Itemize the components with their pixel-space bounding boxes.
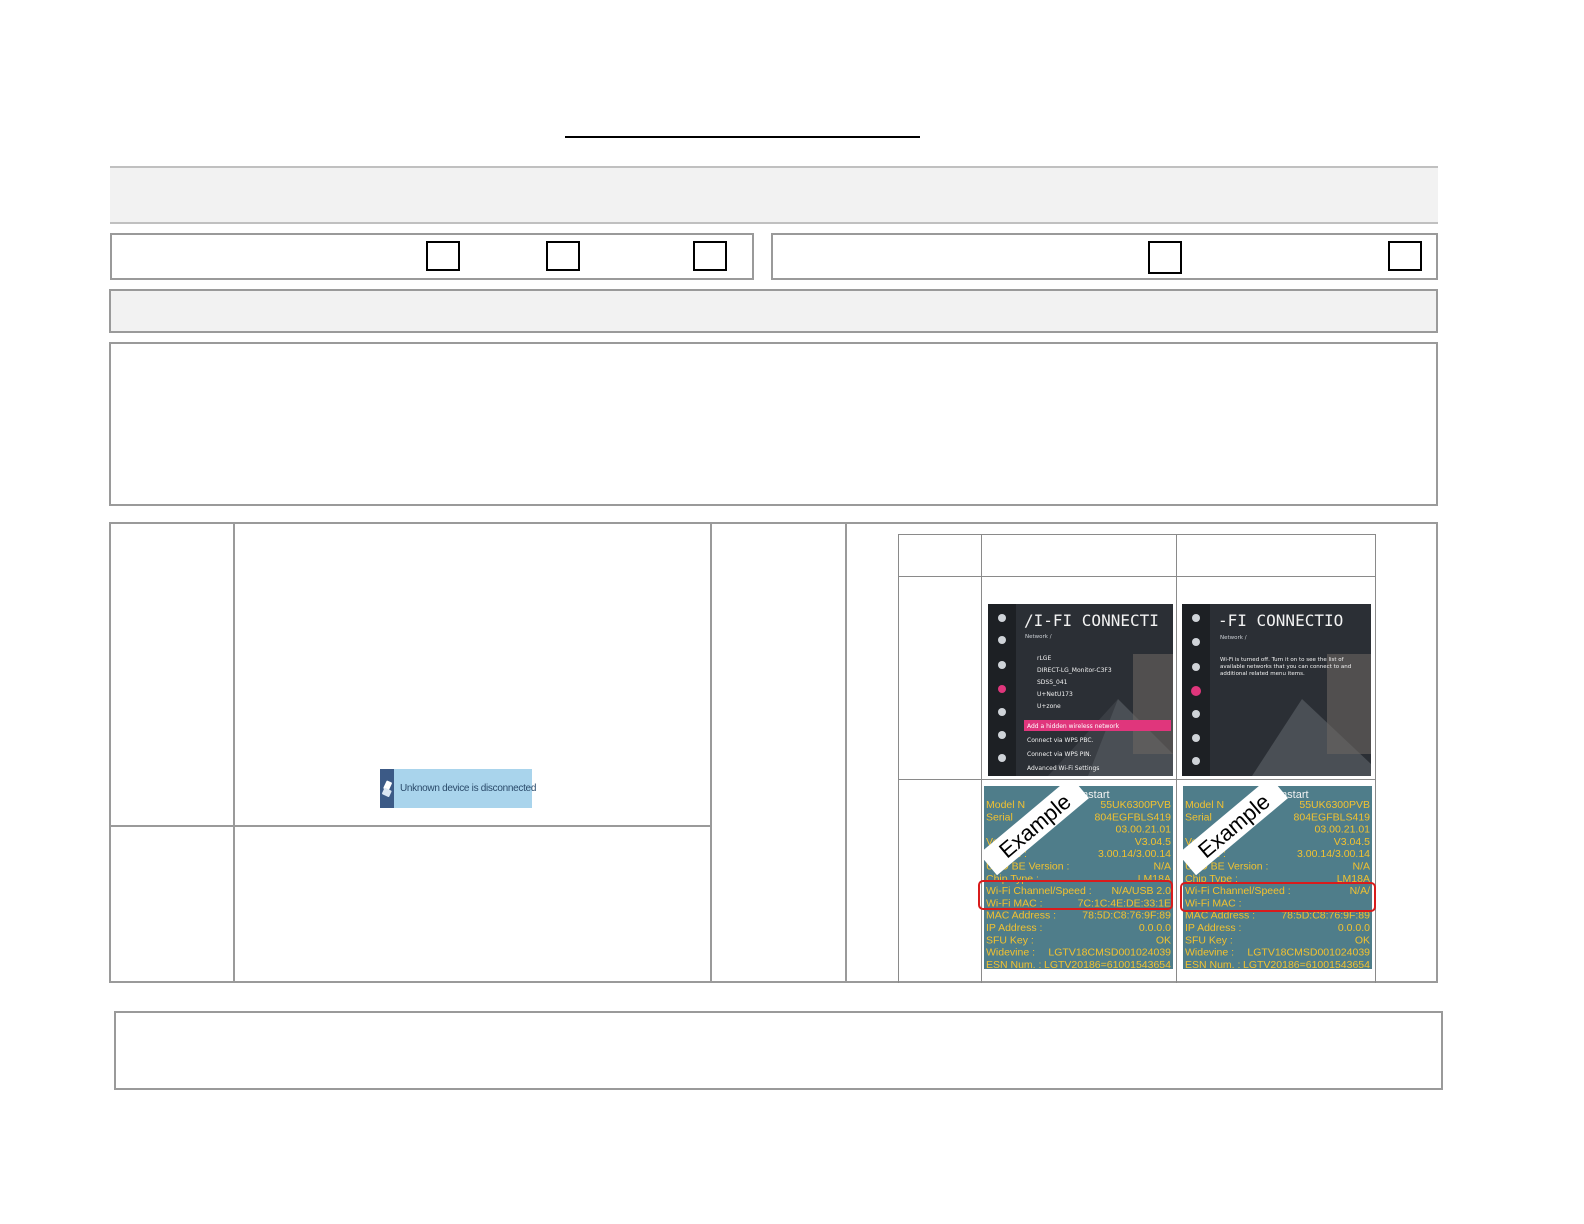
- instart-row-value: LGTV18CMSD001024039: [1247, 947, 1370, 959]
- svg-text:Network /: Network /: [1220, 635, 1247, 641]
- toast-text: Unknown device is disconnected: [400, 783, 537, 794]
- highlight-box-left: [978, 880, 1173, 910]
- instart-info-screenshot-right: Instart Model N 55UK6300PVB Serial 804EGFBLS…: [1183, 786, 1372, 969]
- instart-row-value: 03.00.21.01: [1315, 824, 1371, 836]
- header-band: [110, 166, 1438, 224]
- instart-row-value: LGTV20186=61001543654: [1044, 959, 1171, 969]
- instart-row-value: 3.00.14/3.00.14: [1098, 848, 1171, 860]
- svg-text:Connect via WPS PBC.: Connect via WPS PBC.: [1027, 737, 1094, 744]
- checkbox-5[interactable]: [1388, 241, 1422, 271]
- table-col-divider-1: [233, 522, 235, 983]
- instart-row-value: 804EGFBLS419: [1095, 811, 1172, 823]
- instart-row-value: 78:5D:C8:76:9F:89: [1082, 910, 1171, 922]
- instart-row-label: Widevine :: [1185, 947, 1234, 959]
- instart-row-label: Serial: [986, 811, 1013, 823]
- svg-text:available networks that you ca: available networks that you can connect …: [1220, 664, 1351, 670]
- instart-row-value: V3.04.5: [1135, 836, 1171, 848]
- instart-row-value: N/A: [1153, 861, 1171, 873]
- table-row-divider: [109, 825, 712, 827]
- instart-row-value: 3.00.14/3.00.14: [1297, 848, 1370, 860]
- svg-text:U+NetU173: U+NetU173: [1037, 691, 1073, 698]
- checkbox-3[interactable]: [693, 241, 727, 271]
- instart-row-value: 55UK6300PVB: [1100, 799, 1171, 811]
- instart-row-value: 0.0.0.0: [1139, 922, 1171, 934]
- instart-row-value: OK: [1156, 934, 1171, 946]
- usb-device-icon: [380, 769, 394, 808]
- highlight-box-right: [1180, 882, 1376, 912]
- svg-text:U+zone: U+zone: [1037, 703, 1061, 710]
- instart-row-value: 0.0.0.0: [1338, 922, 1370, 934]
- instart-info-screenshot-left: Instart Model N 55UK6300PVB Serial 804EGFBLS…: [984, 786, 1173, 969]
- svg-text:Wi-Fi is turned off. Turn it o: Wi-Fi is turned off. Turn it on to see t…: [1220, 657, 1345, 663]
- example-row-1: [898, 576, 1376, 577]
- section-bar: [109, 289, 1438, 333]
- table-col-divider-3: [845, 522, 847, 983]
- svg-text:/I-FI CONNECTI: /I-FI CONNECTI: [1024, 611, 1159, 630]
- instart-row-label: IP Address :: [1185, 922, 1241, 934]
- checkbox-4[interactable]: [1148, 241, 1182, 274]
- tv-wifi-list-screenshot: /I-FI CONNECTI Network / rLGE DIRECT-LG_…: [988, 604, 1173, 776]
- description-box: [109, 342, 1438, 506]
- instart-row-label: IP Address :: [986, 922, 1042, 934]
- svg-text:rLGE: rLGE: [1037, 655, 1051, 662]
- svg-text:Add a hidden wireless network: Add a hidden wireless network: [1027, 723, 1120, 730]
- example-row-2: [898, 779, 1376, 780]
- note-box: [114, 1011, 1443, 1090]
- tv-wifi-off-screenshot: -FI CONNECTIO Network / Wi-Fi is turned …: [1182, 604, 1371, 776]
- checkbox-1[interactable]: [426, 241, 460, 271]
- svg-text:SDSS_041: SDSS_041: [1037, 679, 1068, 686]
- example-col-2: [1176, 534, 1177, 983]
- title-underline: [565, 136, 920, 138]
- toast-notification: Unknown device is disconnected: [380, 769, 536, 808]
- instart-row-label: Model N: [986, 799, 1025, 811]
- instart-row-label: ESN Num. :: [986, 959, 1041, 969]
- svg-text:additional related menu items.: additional related menu items.: [1220, 671, 1305, 677]
- instart-row-label: Model N: [1185, 799, 1224, 811]
- svg-text:DIRECT-LG_Monitor-C3F3: DIRECT-LG_Monitor-C3F3: [1037, 667, 1112, 674]
- instart-row-value: V3.04.5: [1334, 836, 1370, 848]
- instart-row-value: N/A: [1352, 861, 1370, 873]
- instart-row-value: LGTV18CMSD001024039: [1048, 947, 1171, 959]
- instart-row-label: MAC Address :: [986, 910, 1056, 922]
- instart-row-label: Serial: [1185, 811, 1212, 823]
- checkbox-2[interactable]: [546, 241, 580, 271]
- instart-row-label: Widevine :: [986, 947, 1035, 959]
- example-col-1: [981, 534, 982, 983]
- svg-text:Advanced Wi-Fi Settings: Advanced Wi-Fi Settings: [1027, 765, 1099, 772]
- instart-row-label: ESN Num. :: [1185, 959, 1240, 969]
- instart-row-value: LGTV20186=61001543654: [1243, 959, 1370, 969]
- instart-row-label: SFU Key :: [986, 934, 1034, 946]
- svg-text:Connect via WPS PIN.: Connect via WPS PIN.: [1027, 751, 1092, 758]
- svg-text:-FI CONNECTIO: -FI CONNECTIO: [1218, 611, 1343, 630]
- instart-row-value: 55UK6300PVB: [1299, 799, 1370, 811]
- instart-row-value: 804EGFBLS419: [1294, 811, 1371, 823]
- instart-row-value: 03.00.21.01: [1116, 824, 1172, 836]
- checkbox-row-right: [771, 233, 1438, 280]
- svg-text:Network /: Network /: [1025, 634, 1052, 640]
- instart-row-label: SFU Key :: [1185, 934, 1233, 946]
- table-col-divider-2: [710, 522, 712, 983]
- instart-row-value: OK: [1355, 934, 1370, 946]
